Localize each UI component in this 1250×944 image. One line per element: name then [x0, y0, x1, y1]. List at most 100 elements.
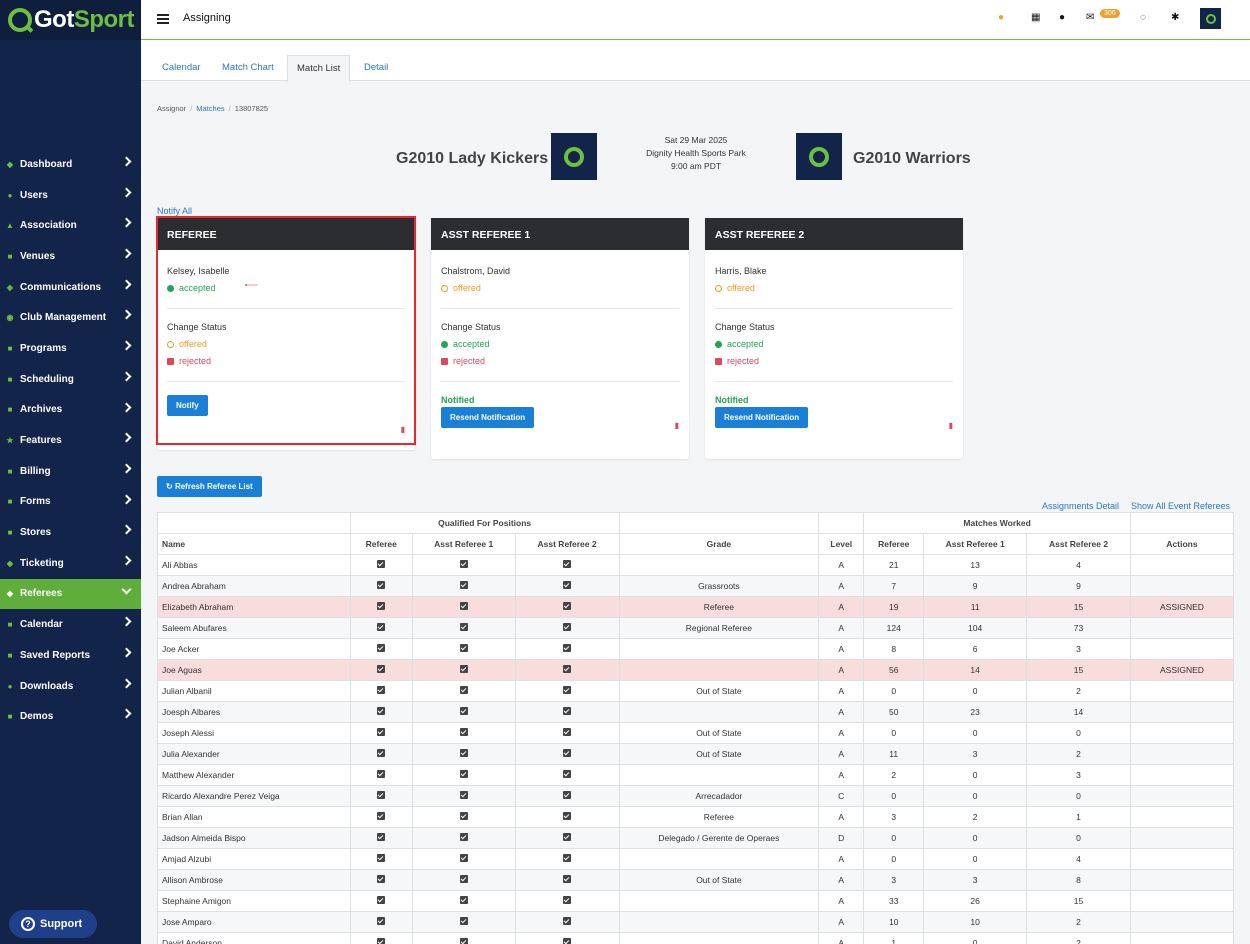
change-status-rejected[interactable]: rejected [715, 356, 953, 366]
card-title: ASST REFEREE 1 [431, 218, 689, 250]
action-cell [1129, 869, 1235, 891]
change-status-accepted[interactable]: accepted [441, 339, 679, 349]
change-status-offered[interactable]: offered [167, 339, 405, 349]
help-icon[interactable]: ● [998, 12, 1004, 23]
tab-match-chart[interactable]: Match Chart [213, 55, 283, 82]
sidebar-item-association[interactable]: ▲ Association [0, 210, 141, 241]
support-button[interactable]: ? Support [9, 910, 97, 938]
avatar[interactable] [1200, 8, 1221, 29]
resend-notification-button[interactable]: Resend Notification [441, 407, 535, 428]
col-name[interactable]: Name [157, 533, 351, 555]
assignments-detail-link[interactable]: Assignments Detail [1042, 501, 1119, 511]
table-row[interactable]: Julian Albanil Out of State A 0 0 2 [157, 680, 1235, 702]
table-row[interactable]: Elizabeth Abraham Referee A 19 11 15 ASSIGNED [157, 596, 1235, 618]
qualified-checkbox-cell [349, 932, 413, 944]
hamburger-menu-icon[interactable] [157, 14, 169, 24]
qualified-checkbox-cell [411, 890, 516, 912]
table-row[interactable]: Joseph Alessi Out of State A 0 0 0 [157, 722, 1235, 744]
sidebar-item-scheduling[interactable]: ■ Scheduling [0, 364, 141, 395]
sidebar-item-club-management[interactable]: ◉ Club Management [0, 302, 141, 333]
table-row[interactable]: Ricardo Alexandre Perez Veiga Arrecadador… [157, 785, 1235, 807]
sidebar-item-ticketing[interactable]: ◆ Ticketing [0, 548, 141, 579]
tab-match-list[interactable]: Match List [287, 55, 351, 82]
col-q-ar2[interactable]: Asst Referee 2 [514, 533, 620, 555]
sidebar-item-downloads[interactable]: ● Downloads [0, 671, 141, 702]
sidebar-item-venues[interactable]: ■ Venues [0, 241, 141, 272]
table-row[interactable]: David Anderson A 1 0 2 [157, 932, 1235, 944]
col-q-referee[interactable]: Referee [349, 533, 413, 555]
sidebar-item-demos[interactable]: ■ Demos [0, 701, 141, 732]
question-icon: ? [21, 917, 35, 931]
table-row[interactable]: Saleem Abufares Regional Referee A 124 104 73 [157, 617, 1235, 639]
change-status-rejected[interactable]: rejected [167, 356, 405, 366]
qualified-checkbox-cell [514, 764, 620, 786]
matches-ar1-cell: 23 [923, 701, 1028, 723]
table-row[interactable]: Stephaine Amigon A 33 26 15 [157, 890, 1235, 912]
col-w-ar1[interactable]: Asst Referee 1 [923, 533, 1028, 555]
trash-icon[interactable]: ▮ [949, 421, 953, 430]
table-row[interactable]: Joe Aguas A 56 14 15 ASSIGNED [157, 659, 1235, 681]
tab-detail[interactable]: Detail [355, 55, 397, 82]
checkbox-checked-icon [377, 875, 386, 883]
matches-ar2-cell: 3 [1026, 764, 1131, 786]
notify-button[interactable]: Notify [167, 395, 208, 416]
table-row[interactable]: Joe Acker A 8 6 3 [157, 638, 1235, 660]
matches-referee-cell: 1 [863, 932, 925, 944]
grade-cell: Out of State [618, 869, 820, 891]
sidebar-item-dashboard[interactable]: ◆ Dashboard [0, 149, 141, 180]
resend-notification-button[interactable]: Resend Notification [715, 407, 809, 428]
table-row[interactable]: Amjad Alzubi A 0 0 4 [157, 848, 1235, 870]
user-icon[interactable]: ● [1059, 12, 1065, 23]
table-row[interactable]: Julia Alexander Out of State A 11 3 2 [157, 743, 1235, 765]
table-row[interactable]: Andrea Abraham Grassroots A 7 9 9 [157, 575, 1235, 597]
grid-icon[interactable]: ▦ [1031, 12, 1040, 23]
refresh-referee-list-button[interactable]: ↻ Refresh Referee List [157, 476, 262, 497]
col-w-referee[interactable]: Referee [863, 533, 925, 555]
sidebar-item-label: Billing [20, 465, 51, 477]
change-status-rejected[interactable]: rejected [441, 356, 679, 366]
sidebar-item-forms[interactable]: ■ Forms [0, 487, 141, 518]
col-q-ar1[interactable]: Asst Referee 1 [411, 533, 516, 555]
notify-all-link[interactable]: Notify All [157, 206, 192, 216]
table-row[interactable]: Jose Amparo A 10 10 2 [157, 911, 1235, 933]
matches-referee-cell: 19 [863, 596, 925, 618]
table-row[interactable]: Ali Abbas A 21 13 4 [157, 554, 1235, 576]
col-level[interactable]: Level [818, 533, 865, 555]
sidebar-item-archives[interactable]: ■ Archives [0, 395, 141, 426]
sidebar-item-calendar[interactable]: ■ Calendar [0, 609, 141, 640]
qualified-checkbox-cell [514, 911, 620, 933]
col-w-ar2[interactable]: Asst Referee 2 [1026, 533, 1131, 555]
gotsport-logo[interactable]: GotSport [0, 0, 141, 40]
table-row[interactable]: Brian Allan Referee A 3 2 1 [157, 806, 1235, 828]
sidebar-item-label: Venues [20, 250, 56, 262]
sidebar-item-communications[interactable]: ◈ Communications [0, 272, 141, 303]
sidebar-item-features[interactable]: ★ Features [0, 425, 141, 456]
breadcrumb-matches-link[interactable]: Matches [196, 104, 224, 113]
table-row[interactable]: Joesph Albares A 50 23 14 [157, 701, 1235, 723]
gear-icon[interactable]: ✱ [1171, 12, 1179, 23]
sidebar-item-stores[interactable]: ■ Stores [0, 517, 141, 548]
matches-referee-cell: 0 [863, 848, 925, 870]
sidebar-item-users[interactable]: ● Users [0, 180, 141, 211]
tab-calendar[interactable]: Calendar [153, 55, 210, 82]
matches-ar1-cell: 0 [923, 785, 1028, 807]
table-row[interactable]: Jadson Almeida Bispo Delegado / Gerente d… [157, 827, 1235, 849]
sidebar-item-programs[interactable]: ■ Programs [0, 333, 141, 364]
sidebar-item-saved-reports[interactable]: ■ Saved Reports [0, 640, 141, 671]
trash-icon[interactable]: ▮ [401, 425, 405, 434]
qualified-checkbox-cell [514, 848, 620, 870]
chevron-right-icon [121, 340, 132, 351]
table-row[interactable]: Allison Ambrose Out of State A 3 3 8 [157, 869, 1235, 891]
change-status-accepted[interactable]: accepted [715, 339, 953, 349]
col-grade[interactable]: Grade [618, 533, 820, 555]
change-status-label: Change Status [167, 322, 227, 332]
trash-icon[interactable]: ▮ [675, 421, 679, 430]
show-all-event-referees-link[interactable]: Show All Event Referees [1131, 501, 1230, 511]
checkbox-checked-icon [377, 623, 386, 631]
table-row[interactable]: Matthew Alexander A 2 0 3 [157, 764, 1235, 786]
sidebar-item-billing[interactable]: ■ Billing [0, 456, 141, 487]
sidebar-item-referees[interactable]: ◆ Referees [0, 578, 141, 610]
mail-icon[interactable]: ✉ [1086, 12, 1094, 23]
qualified-checkbox-cell [514, 827, 620, 849]
chat-icon[interactable]: ◌ [1140, 12, 1146, 23]
